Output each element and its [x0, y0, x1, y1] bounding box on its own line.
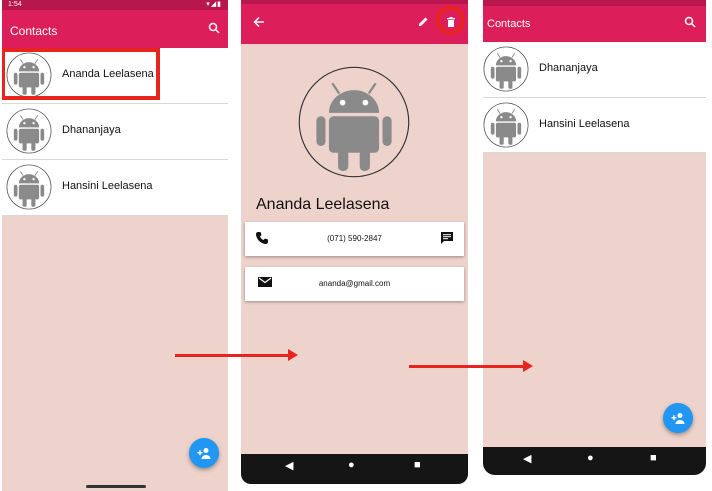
app-bar: Contacts: [2, 10, 228, 48]
back-nav-icon[interactable]: ◀: [523, 452, 531, 465]
phone-screen-contact-detail: Ananda Leelasena (071) 590-2847 ananda@g…: [241, 0, 468, 484]
home-nav-icon[interactable]: ●: [348, 459, 355, 471]
phone-number: (071) 590-2847: [327, 234, 382, 243]
flow-arrow-2: [409, 360, 533, 372]
status-icons: ▾◢▮: [206, 1, 222, 8]
android-avatar-icon: [298, 66, 410, 178]
search-icon[interactable]: [684, 16, 696, 31]
highlight-box: [2, 48, 160, 100]
contact-name: Hansini Leelasena: [539, 118, 630, 130]
recents-nav-icon[interactable]: ■: [414, 459, 421, 471]
add-person-icon: [197, 448, 211, 459]
message-icon[interactable]: [440, 231, 454, 248]
contact-list: Dhananjaya Hansini Leelasena: [483, 42, 706, 447]
add-contact-button[interactable]: [663, 403, 693, 433]
recents-nav-icon[interactable]: ■: [650, 452, 657, 464]
home-nav-icon[interactable]: ●: [587, 452, 594, 464]
contact-list: Ananda Leelasena Dhananjaya Hansini Leel…: [2, 48, 228, 491]
email-card[interactable]: ananda@gmail.com: [245, 267, 464, 301]
contact-detail: Ananda Leelasena (071) 590-2847 ananda@g…: [241, 44, 468, 454]
flow-arrow-1: [175, 349, 298, 361]
back-nav-icon[interactable]: ◀: [285, 459, 293, 472]
app-title: Contacts: [487, 18, 531, 30]
app-bar: Contacts: [483, 6, 706, 42]
contact-row-hansini[interactable]: Hansini Leelasena: [2, 160, 228, 216]
nav-bar: ◀ ● ■: [241, 454, 468, 484]
add-person-icon: [671, 413, 685, 424]
contact-name: Dhananjaya: [62, 124, 121, 136]
android-avatar-icon: [483, 46, 529, 92]
edit-icon[interactable]: [417, 16, 429, 31]
contact-row-dhananjaya[interactable]: Dhananjaya: [2, 104, 228, 160]
status-time: 1:54: [8, 1, 22, 8]
highlight-circle: [436, 6, 465, 35]
add-contact-button[interactable]: [189, 438, 219, 468]
contact-name: Ananda Leelasena: [256, 196, 390, 213]
contact-row-hansini[interactable]: Hansini Leelasena: [483, 98, 706, 153]
nav-bar: ◀ ● ■: [483, 447, 706, 475]
phone-card[interactable]: (071) 590-2847: [245, 222, 464, 256]
android-avatar-icon: [483, 102, 529, 148]
android-avatar-icon: [6, 164, 52, 210]
search-icon[interactable]: [208, 22, 220, 37]
app-bar: [241, 4, 468, 44]
phone-screen-contacts: 1:54 ▾◢▮ Contacts Ananda Leelasena Dhana…: [2, 0, 228, 491]
phone-screen-contacts-after-delete: Contacts Dhananjaya Hansini Leelasena ◀ …: [483, 0, 706, 475]
android-avatar-icon: [6, 108, 52, 154]
app-title: Contacts: [10, 24, 58, 38]
contact-name: Dhananjaya: [539, 62, 598, 74]
contact-name: Hansini Leelasena: [62, 180, 153, 192]
email-address: ananda@gmail.com: [318, 279, 391, 288]
back-arrow-icon[interactable]: [253, 16, 265, 31]
status-bar: 1:54 ▾◢▮: [2, 0, 228, 10]
home-indicator[interactable]: [86, 485, 146, 488]
contact-row-dhananjaya[interactable]: Dhananjaya: [483, 42, 706, 98]
